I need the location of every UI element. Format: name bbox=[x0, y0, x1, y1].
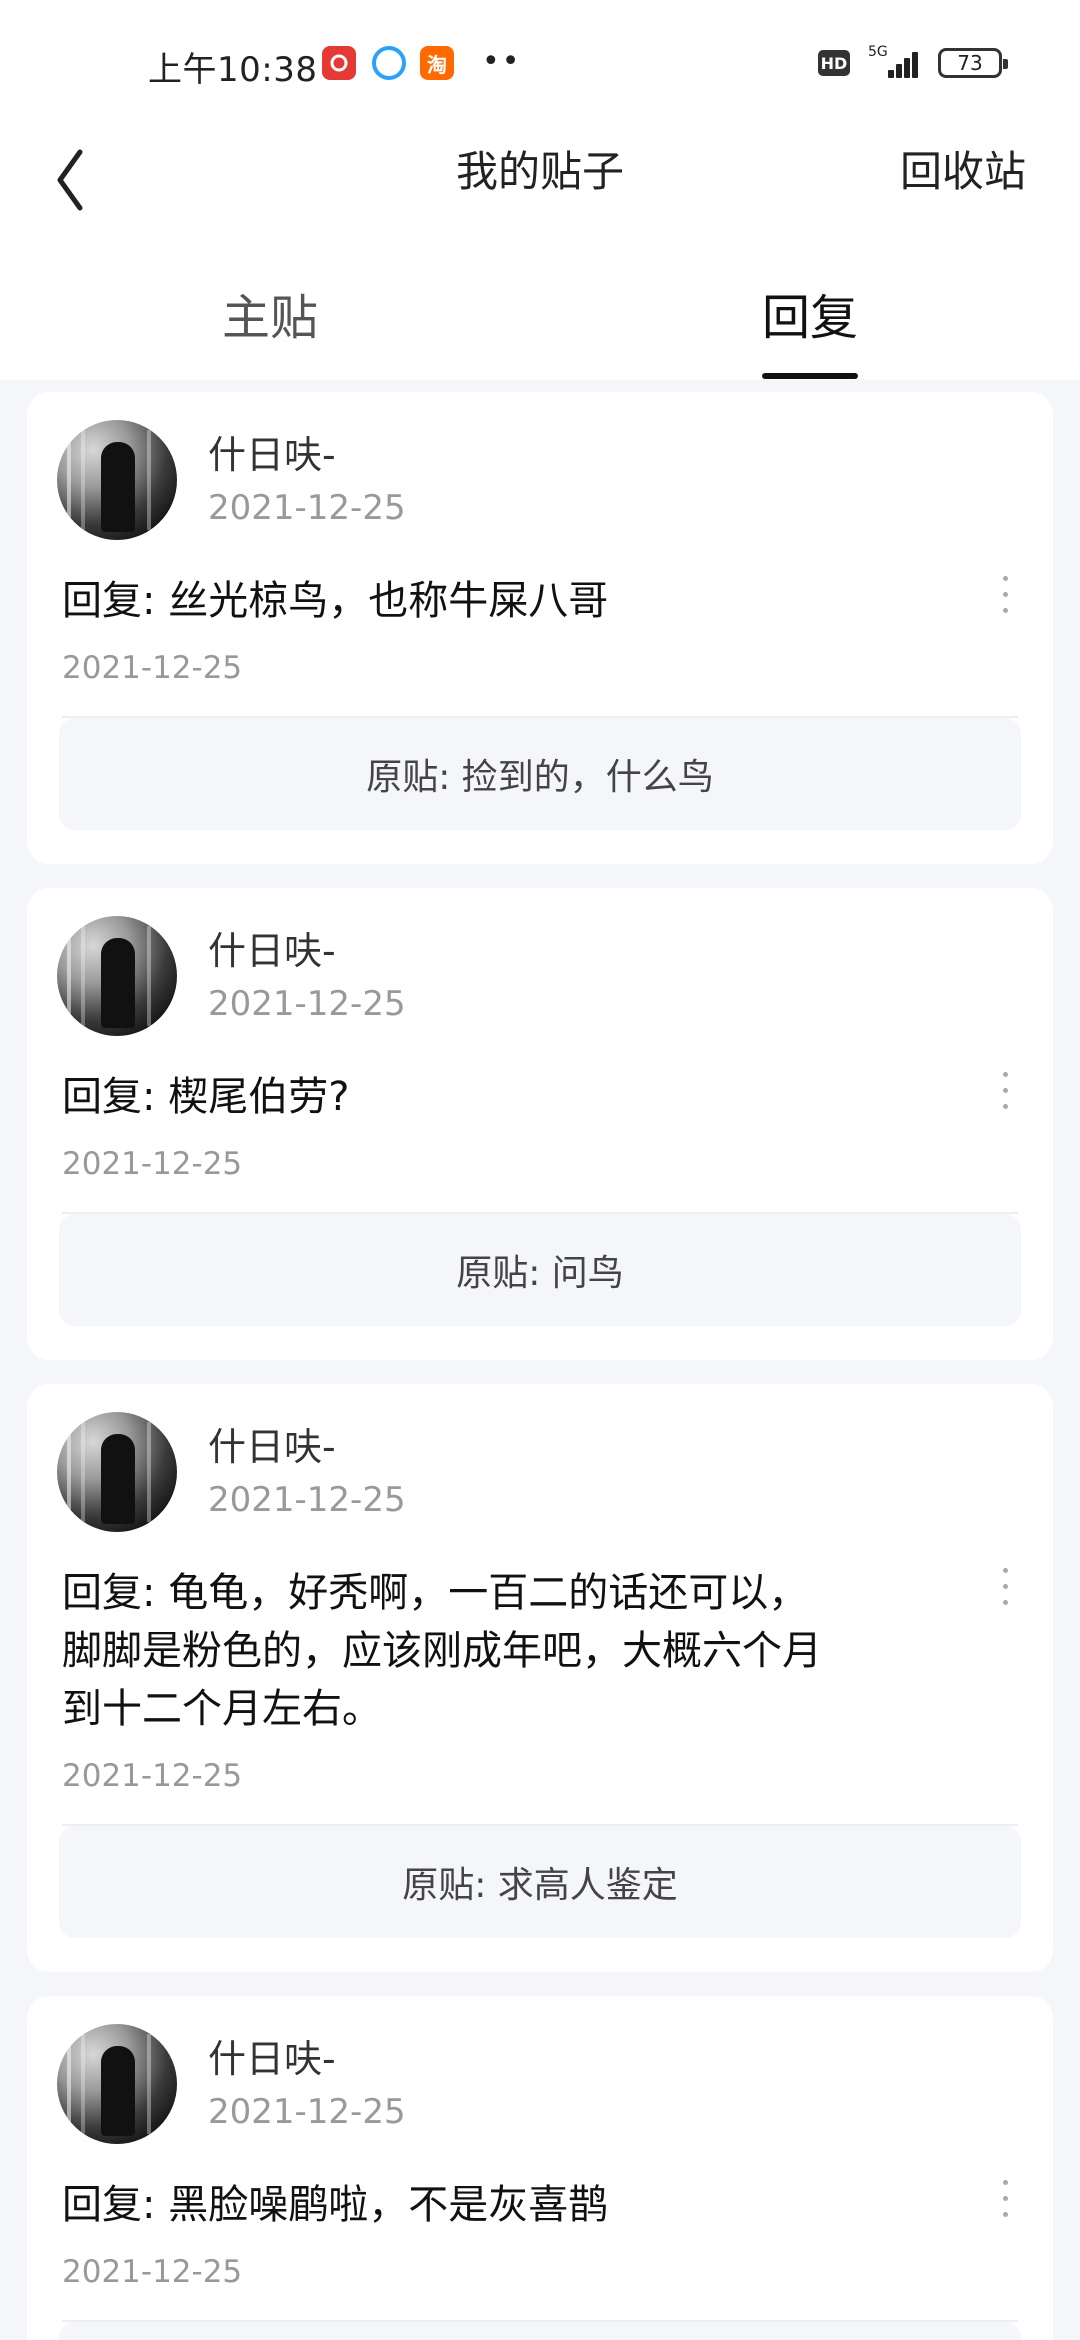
reply-text: 回复: 楔尾伯劳? bbox=[62, 1074, 350, 1120]
more-notifications-icon: •• bbox=[482, 44, 522, 79]
signal-icon bbox=[888, 48, 924, 78]
tab-bar: 主贴 回复 bbox=[0, 250, 1080, 380]
more-options-icon[interactable] bbox=[995, 1564, 1015, 1614]
original-post-link[interactable] bbox=[59, 2322, 1021, 2340]
username[interactable]: 什日呋- bbox=[208, 920, 336, 975]
tab-main-posts[interactable]: 主贴 bbox=[222, 278, 318, 348]
status-bar: 上午10:38 淘 •• HD 5G 73 bbox=[0, 0, 1080, 130]
reply-card[interactable]: 什日呋- 2021-12-25 回复: 楔尾伯劳? 2021-12-25 原贴:… bbox=[27, 888, 1053, 1360]
username[interactable]: 什日呋- bbox=[208, 2028, 336, 2083]
network-type: 5G bbox=[868, 44, 888, 60]
taobao-icon: 淘 bbox=[420, 46, 454, 80]
reply-date: 2021-12-25 bbox=[62, 650, 243, 686]
original-post-link[interactable]: 原贴: 求高人鉴定 bbox=[59, 1826, 1021, 1938]
more-options-icon[interactable] bbox=[995, 572, 1015, 622]
user-date: 2021-12-25 bbox=[208, 2092, 406, 2132]
hd-icon: HD bbox=[818, 50, 850, 76]
original-post-link[interactable]: 原贴: 捡到的，什么鸟 bbox=[59, 718, 1021, 830]
battery-icon: 73 bbox=[938, 48, 1008, 78]
reply-card[interactable]: 什日呋- 2021-12-25 回复: 丝光椋鸟，也称牛屎八哥 2021-12-… bbox=[27, 392, 1053, 864]
reply-text: 回复: 龟龟，好秃啊，一百二的话还可以， 脚脚是粉色的，应该刚成年吧，大概六个月… bbox=[62, 1570, 822, 1732]
recycle-bin-button[interactable]: 回收站 bbox=[900, 138, 1026, 199]
avatar[interactable] bbox=[57, 1412, 177, 1532]
reply-date: 2021-12-25 bbox=[62, 2254, 243, 2290]
username[interactable]: 什日呋- bbox=[208, 1416, 336, 1471]
user-date: 2021-12-25 bbox=[208, 1480, 406, 1520]
avatar[interactable] bbox=[57, 420, 177, 540]
more-options-icon[interactable] bbox=[995, 1068, 1015, 1118]
reply-date: 2021-12-25 bbox=[62, 1146, 243, 1182]
more-options-icon[interactable] bbox=[995, 2176, 1015, 2226]
app-header: 我的贴子 回收站 bbox=[0, 130, 1080, 250]
reply-text: 回复: 丝光椋鸟，也称牛屎八哥 bbox=[62, 578, 609, 624]
netease-music-icon bbox=[322, 46, 356, 80]
avatar[interactable] bbox=[57, 2024, 177, 2144]
qq-browser-icon bbox=[372, 46, 406, 80]
avatar[interactable] bbox=[57, 916, 177, 1036]
tab-replies[interactable]: 回复 bbox=[762, 278, 858, 348]
my-posts-screen: 上午10:38 淘 •• HD 5G 73 我的贴子 回收站 主贴 回复 什日呋… bbox=[0, 0, 1080, 2340]
active-tab-indicator bbox=[762, 373, 858, 379]
user-date: 2021-12-25 bbox=[208, 984, 406, 1024]
user-date: 2021-12-25 bbox=[208, 488, 406, 528]
battery-level: 73 bbox=[957, 51, 983, 75]
reply-card[interactable]: 什日呋- 2021-12-25 回复: 龟龟，好秃啊，一百二的话还可以， 脚脚是… bbox=[27, 1384, 1053, 1972]
status-time: 上午10:38 bbox=[148, 50, 318, 90]
reply-date: 2021-12-25 bbox=[62, 1758, 243, 1794]
original-post-link[interactable]: 原贴: 问鸟 bbox=[59, 1214, 1021, 1326]
reply-card[interactable]: 什日呋- 2021-12-25 回复: 黑脸噪鹛啦，不是灰喜鹊 2021-12-… bbox=[27, 1996, 1053, 2340]
username[interactable]: 什日呋- bbox=[208, 424, 336, 479]
reply-text: 回复: 黑脸噪鹛啦，不是灰喜鹊 bbox=[62, 2182, 609, 2228]
